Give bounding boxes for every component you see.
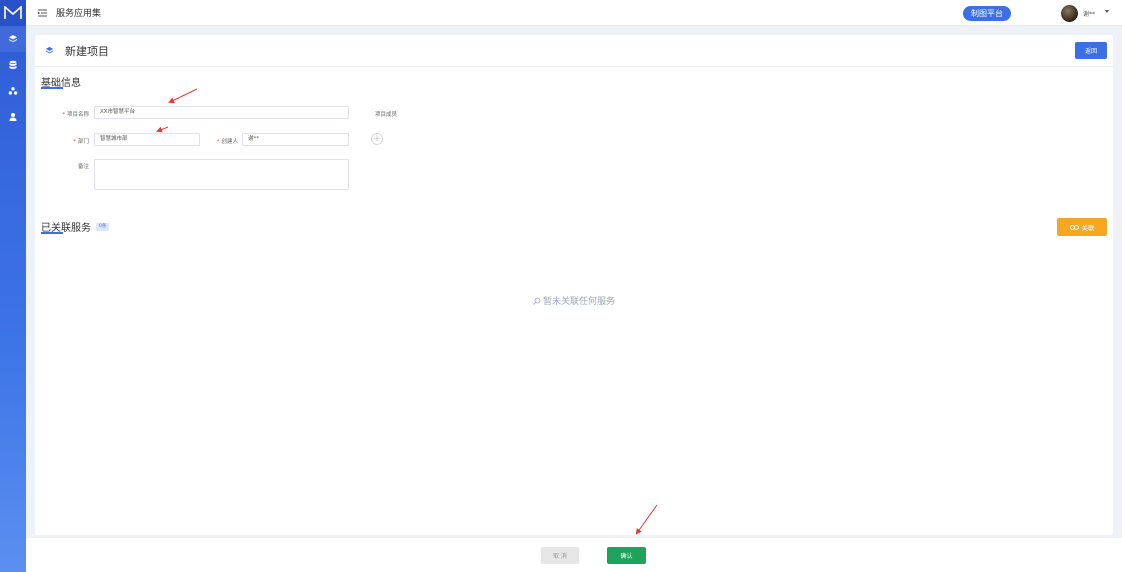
department-label: * 部门 — [73, 139, 89, 145]
main-card: 新建项目 返回 基础信息 * 项目名称 XX市智慧平台 项目成员 + * 部门 智慧… — [35, 35, 1113, 535]
layers-icon — [9, 35, 17, 43]
username[interactable]: 谢** — [1083, 9, 1095, 18]
database-icon — [9, 60, 17, 69]
app-title: 服务应用集 — [56, 9, 102, 19]
add-member-button[interactable]: + — [371, 133, 383, 145]
page-title: 新建项目 — [65, 45, 109, 58]
creator-label: * 创建人 — [216, 139, 238, 145]
sidebar-item-layers[interactable] — [0, 26, 26, 52]
plus-icon: + — [373, 133, 381, 144]
back-button[interactable]: 返回 — [1075, 42, 1107, 59]
logo-m-icon — [4, 6, 22, 19]
platform-switch-badge[interactable]: 制图平台 — [963, 6, 1011, 21]
cancel-button[interactable]: 取 消 — [541, 547, 579, 564]
project-members-label: 项目成员 — [374, 112, 397, 118]
link-icon — [1069, 224, 1079, 230]
sidebar-item-user[interactable] — [0, 104, 26, 130]
card-header: 新建项目 返回 — [35, 35, 1113, 67]
remark-textarea[interactable] — [94, 159, 349, 190]
basic-info-underline — [41, 87, 63, 89]
avatar[interactable] — [1061, 5, 1078, 22]
project-name-input[interactable]: XX市智慧平台 — [94, 106, 349, 119]
sidebar-item-cluster[interactable] — [0, 78, 26, 104]
app-logo[interactable] — [0, 0, 26, 26]
sidebar — [0, 0, 26, 572]
top-bar: 服务应用集 制图平台 谢** — [26, 0, 1122, 26]
menu-toggle-button[interactable] — [32, 9, 52, 17]
project-name-label: * 项目名称 — [62, 112, 89, 118]
creator-input[interactable]: 谢** — [242, 133, 349, 146]
remark-label: 备注 — [77, 164, 89, 170]
search-icon — [533, 297, 541, 305]
menu-fold-icon — [37, 9, 47, 16]
cluster-icon — [8, 87, 18, 95]
sidebar-item-database[interactable] — [0, 52, 26, 78]
user-menu-caret-icon[interactable] — [1105, 10, 1109, 13]
link-service-button[interactable]: 关联 — [1057, 218, 1107, 236]
layers-icon — [45, 46, 54, 54]
empty-state: 暂未关联任何服务 — [35, 294, 1113, 307]
linked-count-badge: 0条 — [96, 223, 110, 231]
linked-services-underline — [41, 232, 63, 234]
bottom-action-bar: 取 消 确认 — [26, 538, 1122, 572]
department-select[interactable]: 智慧城市部 — [94, 133, 200, 146]
confirm-button[interactable]: 确认 — [607, 547, 646, 564]
user-icon — [9, 113, 17, 121]
